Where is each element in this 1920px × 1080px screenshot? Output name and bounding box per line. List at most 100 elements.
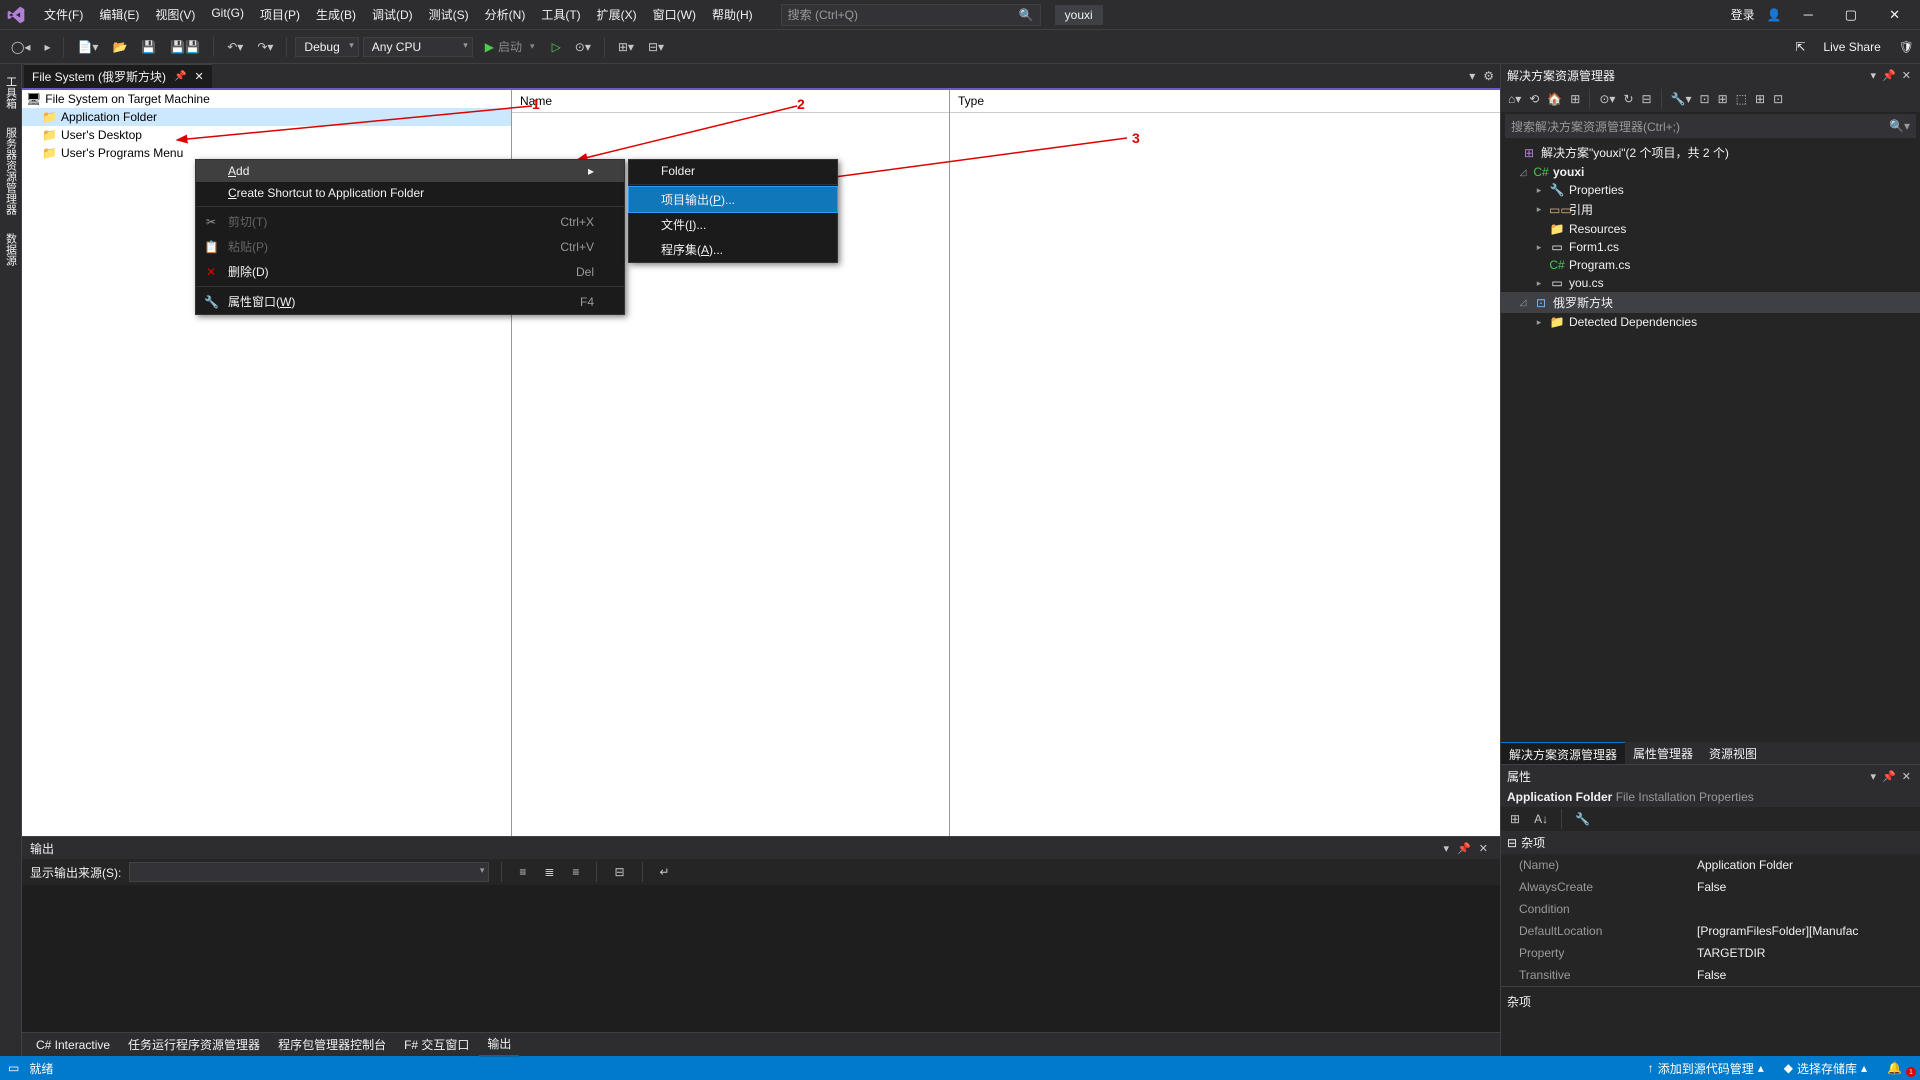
doc-tab-gear-icon[interactable]: ⚙ <box>1483 69 1494 83</box>
redo-button[interactable]: ↷▾ <box>252 37 278 57</box>
undo-button[interactable]: ↶▾ <box>222 37 248 57</box>
output-btn1[interactable]: ≡ <box>514 862 531 882</box>
sol-you[interactable]: ▸▭you.cs <box>1501 274 1920 292</box>
minimize-button[interactable]: ─ <box>1794 3 1823 26</box>
output-pin-icon[interactable]: 📌 <box>1453 842 1475 855</box>
search-input[interactable]: 搜索 (Ctrl+Q) 🔍 <box>781 4 1041 26</box>
sol-back-icon[interactable]: ⟲ <box>1526 90 1542 108</box>
ctx-add-assembly[interactable]: 程序集(A)... <box>629 237 837 262</box>
sol-properties[interactable]: ▸🔧Properties <box>1501 181 1920 199</box>
prop-cat-button[interactable]: ⊞ <box>1505 809 1525 829</box>
menu-test[interactable]: 测试(S) <box>421 2 477 27</box>
step-button[interactable]: ⊙▾ <box>570 37 596 57</box>
sol-form1[interactable]: ▸▭Form1.cs <box>1501 238 1920 256</box>
col-header-type[interactable]: Type <box>950 90 1500 113</box>
sol-collapse-icon[interactable]: ⊟ <box>1639 90 1655 108</box>
doc-tab-dropdown[interactable]: ▾ <box>1469 69 1475 83</box>
sol-tab-resources[interactable]: 资源视图 <box>1701 742 1765 764</box>
sol-dropdown-icon[interactable]: ▾ <box>1868 69 1880 82</box>
sol-tab-props[interactable]: 属性管理器 <box>1625 742 1701 764</box>
tree-desktop[interactable]: 📁 User's Desktop <box>22 126 511 144</box>
open-button[interactable]: 📂 <box>107 37 132 57</box>
tab-package-console[interactable]: 程序包管理器控制台 <box>270 1033 394 1056</box>
tree-app-folder[interactable]: 📁 Application Folder <box>22 108 511 126</box>
registry-button[interactable]: ⊞▾ <box>613 37 639 57</box>
col-header-name[interactable]: Name <box>512 90 949 113</box>
sol-sync-icon[interactable]: ⊙▾ <box>1596 90 1618 108</box>
prop-object-selector[interactable]: Application Folder File Installation Pro… <box>1501 787 1920 807</box>
sol-btn3[interactable]: ⊞ <box>1715 90 1731 108</box>
output-dropdown-icon[interactable]: ▾ <box>1440 842 1454 855</box>
ctx-add[interactable]: Add▸ <box>196 160 624 182</box>
output-btn3[interactable]: ≡ <box>567 862 584 882</box>
menu-tools[interactable]: 工具(T) <box>533 2 588 27</box>
sol-btn5[interactable]: ⊞ <box>1752 90 1768 108</box>
output-source-dropdown[interactable] <box>129 862 489 882</box>
prop-row-transitive[interactable]: TransitiveFalse <box>1501 964 1920 986</box>
sol-solution[interactable]: ⊞解决方案"youxi"(2 个项目，共 2 个) <box>1501 142 1920 163</box>
doc-tab-filesystem[interactable]: File System (俄罗斯方块) 📌 ✕ <box>24 64 212 88</box>
sol-references[interactable]: ▸▭▭引用 <box>1501 199 1920 220</box>
close-tab-icon[interactable]: ✕ <box>194 70 203 83</box>
sol-refresh-icon[interactable]: ↻ <box>1620 90 1636 108</box>
prop-dropdown-icon[interactable]: ▾ <box>1868 770 1880 783</box>
sol-btn1[interactable]: 🏠 <box>1544 90 1565 108</box>
ctx-properties[interactable]: 🔧属性窗口(W)F4 <box>196 289 624 314</box>
output-clear-button[interactable]: ⊟ <box>609 862 629 882</box>
pin-icon[interactable]: 📌 <box>174 71 186 82</box>
status-add-source[interactable]: ↑添加到源代码管理▴ <box>1638 1060 1774 1077</box>
prop-wrench-button[interactable]: 🔧 <box>1570 809 1595 829</box>
sol-wrench-icon[interactable]: 🔧▾ <box>1668 90 1695 108</box>
menu-view[interactable]: 视图(V) <box>147 2 203 27</box>
prop-az-button[interactable]: A↓ <box>1529 809 1553 829</box>
prop-row-property[interactable]: PropertyTARGETDIR <box>1501 942 1920 964</box>
liveshare-button[interactable]: Live Share <box>1813 40 1890 54</box>
sol-project-youxi[interactable]: ◿C#youxi <box>1501 163 1920 181</box>
sol-search-input[interactable]: 搜索解决方案资源管理器(Ctrl+;) 🔍▾ <box>1505 114 1916 138</box>
start-button[interactable]: ▶启动▾ <box>477 36 543 57</box>
menu-build[interactable]: 生成(B) <box>308 2 364 27</box>
prop-row-alwayscreate[interactable]: AlwaysCreateFalse <box>1501 876 1920 898</box>
menu-project[interactable]: 项目(P) <box>252 2 308 27</box>
login-link[interactable]: 登录 <box>1731 6 1755 23</box>
platform-dropdown[interactable]: Any CPU <box>363 37 473 57</box>
tab-task-runner[interactable]: 任务运行程序资源管理器 <box>120 1033 268 1056</box>
config-dropdown[interactable]: Debug <box>295 37 358 57</box>
output-wrap-button[interactable]: ↵ <box>655 862 675 882</box>
close-button[interactable]: ✕ <box>1879 3 1910 27</box>
menu-window[interactable]: 窗口(W) <box>645 2 704 27</box>
ctx-create-shortcut[interactable]: Create Shortcut to Application Folder <box>196 182 624 204</box>
user-badge[interactable]: youxi <box>1055 5 1103 25</box>
output-close-icon[interactable]: ✕ <box>1475 842 1492 855</box>
tab-csharp-interactive[interactable]: C# Interactive <box>28 1035 118 1055</box>
menu-git[interactable]: Git(G) <box>203 2 252 27</box>
prop-category[interactable]: ⊟杂项 <box>1501 831 1920 854</box>
save-button[interactable]: 💾 <box>136 37 161 57</box>
sol-btn6[interactable]: ⊡ <box>1770 90 1786 108</box>
tab-fsharp-interactive[interactable]: F# 交互窗口 <box>396 1033 477 1056</box>
menu-extensions[interactable]: 扩展(X) <box>589 2 645 27</box>
sol-btn2[interactable]: ⊞ <box>1567 90 1583 108</box>
sol-close-icon[interactable]: ✕ <box>1899 69 1914 82</box>
menu-edit[interactable]: 编辑(E) <box>91 2 147 27</box>
sol-pin-icon[interactable]: 📌 <box>1879 69 1899 82</box>
rail-server-explorer[interactable]: 服务器资源管理器 <box>1 119 21 223</box>
status-notifications[interactable]: 🔔1 <box>1877 1061 1912 1075</box>
nav-fwd-button[interactable]: ▸ <box>39 37 55 57</box>
start-no-debug-button[interactable]: ▷ <box>547 37 566 57</box>
menu-help[interactable]: 帮助(H) <box>704 2 761 27</box>
tab-output[interactable]: 输出 <box>479 1032 519 1057</box>
ctx-add-folder[interactable]: Folder <box>629 160 837 182</box>
prop-row-condition[interactable]: Condition <box>1501 898 1920 920</box>
maximize-button[interactable]: ▢ <box>1835 3 1867 27</box>
prop-pin-icon[interactable]: 📌 <box>1879 770 1899 783</box>
login-icon[interactable]: 👤 <box>1767 8 1782 22</box>
file-types-button[interactable]: ⊟▾ <box>643 37 669 57</box>
sol-home-icon[interactable]: ⌂▾ <box>1505 90 1524 108</box>
menu-file[interactable]: 文件(F) <box>36 2 91 27</box>
ctx-add-file[interactable]: 文件(I)... <box>629 212 837 237</box>
sol-project-tetris[interactable]: ◿⊡俄罗斯方块 <box>1501 292 1920 313</box>
prop-close-icon[interactable]: ✕ <box>1899 770 1914 783</box>
status-select-repo[interactable]: ◆选择存储库▴ <box>1774 1060 1877 1077</box>
rail-toolbox[interactable]: 工具箱 <box>1 68 21 117</box>
